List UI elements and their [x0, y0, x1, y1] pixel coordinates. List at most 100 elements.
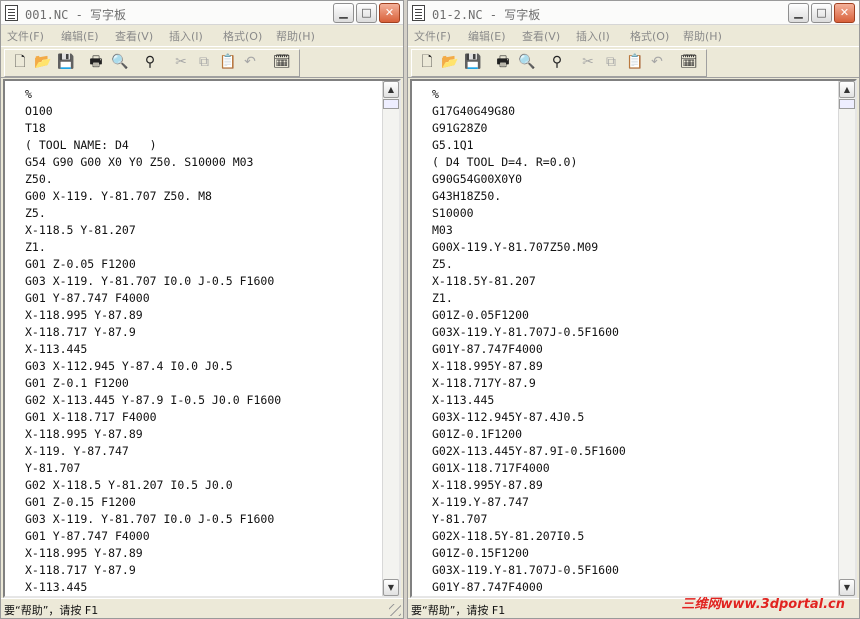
code-line: G01 Z-0.1 F1200: [25, 376, 129, 390]
undo-icon[interactable]: ↶: [242, 54, 258, 70]
wordpad-icon: [412, 5, 425, 21]
menu-format[interactable]: 格式(O): [223, 28, 262, 44]
menu-bar: 文件(F) 编辑(E) 查看(V) 插入(I) 格式(O) 帮助(H): [1, 26, 403, 46]
title-bar[interactable]: 001.NC - 写字板 ▁ □ ✕: [1, 1, 403, 25]
code-line: G02X-118.5Y-81.207I0.5: [432, 529, 585, 543]
document-editor[interactable]: % G17G40G49G80 G91G28Z0 G5.1Q1 ( D4 TOOL D=4…: [410, 79, 857, 598]
minimize-button[interactable]: ▁: [788, 3, 809, 23]
window-title: 01-2.NC - 写字板: [432, 8, 541, 22]
find-icon[interactable]: ⚲: [549, 54, 565, 70]
window-title: 001.NC - 写字板: [25, 8, 127, 22]
menu-help[interactable]: 帮助(H): [276, 28, 315, 44]
code-line: Z5.: [432, 257, 453, 271]
code-line: G01 X-118.717 F4000: [25, 410, 157, 424]
status-text: 要“帮助”，请按 F1: [4, 604, 99, 617]
scroll-thumb[interactable]: [839, 99, 855, 109]
menu-view[interactable]: 查看(V): [115, 28, 153, 44]
menu-insert[interactable]: 插入(I): [169, 28, 203, 44]
new-icon[interactable]: 🗋: [12, 54, 28, 70]
scroll-thumb[interactable]: [383, 99, 399, 109]
code-line: X-118.995 Y-87.89: [25, 308, 143, 322]
print-icon[interactable]: 🖶: [88, 54, 104, 70]
code-line: G00 X-119. Y-81.707 Z50. M8: [25, 189, 212, 203]
code-line: G03X-119.Y-81.707J-0.5F1600: [432, 325, 619, 339]
copy-icon[interactable]: ⧉: [196, 54, 212, 70]
scroll-down-button[interactable]: ▼: [383, 579, 399, 596]
code-line: ( TOOL NAME: D4 ): [25, 138, 157, 152]
open-icon[interactable]: 📂: [441, 54, 458, 70]
code-line: G5.1Q1: [432, 138, 474, 152]
code-line: G01 Z-0.15 F1200: [25, 495, 136, 509]
save-icon[interactable]: 💾: [464, 54, 481, 70]
code-line: G90G54G00X0Y0: [432, 172, 523, 186]
vertical-scrollbar[interactable]: ▲ ▼: [838, 81, 855, 596]
paste-icon[interactable]: 📋: [626, 54, 643, 70]
code-line: G03 X-119. Y-81.707 I0.0 J-0.5 F1600: [25, 512, 275, 526]
menu-file[interactable]: 文件(F): [414, 28, 451, 44]
code-line: G01Y-87.747F4000: [432, 342, 543, 356]
paste-icon[interactable]: 📋: [219, 54, 236, 70]
code-line: X-118.995Y-87.89: [432, 359, 543, 373]
find-icon[interactable]: ⚲: [142, 54, 158, 70]
cut-icon[interactable]: ✂: [580, 54, 596, 70]
code-line: S10000: [432, 206, 474, 220]
code-line: X-119.Y-87.747: [432, 495, 529, 509]
code-line: X-113.445: [25, 342, 88, 356]
document-text[interactable]: % O100 T18 ( TOOL NAME: D4 ) G54 G90 G00 X0 …: [25, 86, 379, 596]
save-icon[interactable]: 💾: [57, 54, 74, 70]
scroll-up-button[interactable]: ▲: [839, 81, 855, 98]
code-line: %: [432, 87, 439, 101]
menu-file[interactable]: 文件(F): [7, 28, 44, 44]
code-line: G03 X-119. Y-81.707 I0.0 J-0.5 F1600: [25, 274, 275, 288]
code-line: X-113.445: [25, 580, 88, 594]
menu-edit[interactable]: 编辑(E): [61, 28, 99, 44]
document-editor[interactable]: % O100 T18 ( TOOL NAME: D4 ) G54 G90 G00 X0 …: [3, 79, 401, 598]
maximize-button[interactable]: □: [356, 3, 377, 23]
wordpad-window-01-2: 01-2.NC - 写字板 ▁ □ ✕ 文件(F) 编辑(E) 查看(V) 插入…: [407, 0, 860, 619]
close-button[interactable]: ✕: [379, 3, 400, 23]
print-icon[interactable]: 🖶: [495, 54, 511, 70]
code-line: G03X-119.Y-81.707J-0.5F1600: [432, 563, 619, 577]
code-line: %: [25, 87, 32, 101]
cut-icon[interactable]: ✂: [173, 54, 189, 70]
code-line: X-118.717Y-87.9: [432, 376, 536, 390]
menu-format[interactable]: 格式(O): [630, 28, 669, 44]
code-line: X-118.995Y-87.89: [432, 478, 543, 492]
code-line: G01Z-0.05F1200: [432, 308, 529, 322]
wordpad-icon: [5, 5, 18, 21]
code-line: G01Z-0.15F1200: [432, 546, 529, 560]
close-button[interactable]: ✕: [834, 3, 855, 23]
menu-edit[interactable]: 编辑(E): [468, 28, 506, 44]
status-text: 要“帮助”，请按 F1: [411, 604, 506, 617]
print-preview-icon[interactable]: 🔍: [111, 54, 128, 70]
insert-date-icon[interactable]: 🗓: [273, 54, 291, 70]
code-line: G03 X-112.945 Y-87.4 I0.0 J0.5: [25, 359, 233, 373]
code-line: X-118.995 Y-87.89: [25, 427, 143, 441]
code-line: G01 Y-87.747 F4000: [25, 529, 150, 543]
status-bar: 要“帮助”，请按 F1: [1, 598, 403, 618]
menu-insert[interactable]: 插入(I): [576, 28, 610, 44]
watermark-logo: 三维网www.3dportal.cn: [681, 597, 845, 612]
print-preview-icon[interactable]: 🔍: [518, 54, 535, 70]
vertical-scrollbar[interactable]: ▲ ▼: [382, 81, 399, 596]
code-line: Y-81.707: [25, 461, 81, 475]
maximize-button[interactable]: □: [811, 3, 832, 23]
minimize-button[interactable]: ▁: [333, 3, 354, 23]
scroll-up-button[interactable]: ▲: [383, 81, 399, 98]
code-line: G01X-118.717F4000: [432, 461, 550, 475]
document-text[interactable]: % G17G40G49G80 G91G28Z0 G5.1Q1 ( D4 TOOL D=4…: [432, 86, 835, 596]
copy-icon[interactable]: ⧉: [603, 54, 619, 70]
menu-help[interactable]: 帮助(H): [683, 28, 722, 44]
open-icon[interactable]: 📂: [34, 54, 51, 70]
resize-grip[interactable]: [389, 604, 401, 616]
code-line: T18: [25, 121, 46, 135]
code-line: Y-81.707: [432, 512, 488, 526]
code-line: X-113.445: [432, 393, 495, 407]
menu-view[interactable]: 查看(V): [522, 28, 560, 44]
code-line: G03X-112.945Y-87.4J0.5: [432, 410, 585, 424]
insert-date-icon[interactable]: 🗓: [680, 54, 698, 70]
title-bar[interactable]: 01-2.NC - 写字板 ▁ □ ✕: [408, 1, 859, 25]
new-icon[interactable]: 🗋: [419, 54, 435, 70]
undo-icon[interactable]: ↶: [649, 54, 665, 70]
code-line: Z50.: [25, 172, 53, 186]
